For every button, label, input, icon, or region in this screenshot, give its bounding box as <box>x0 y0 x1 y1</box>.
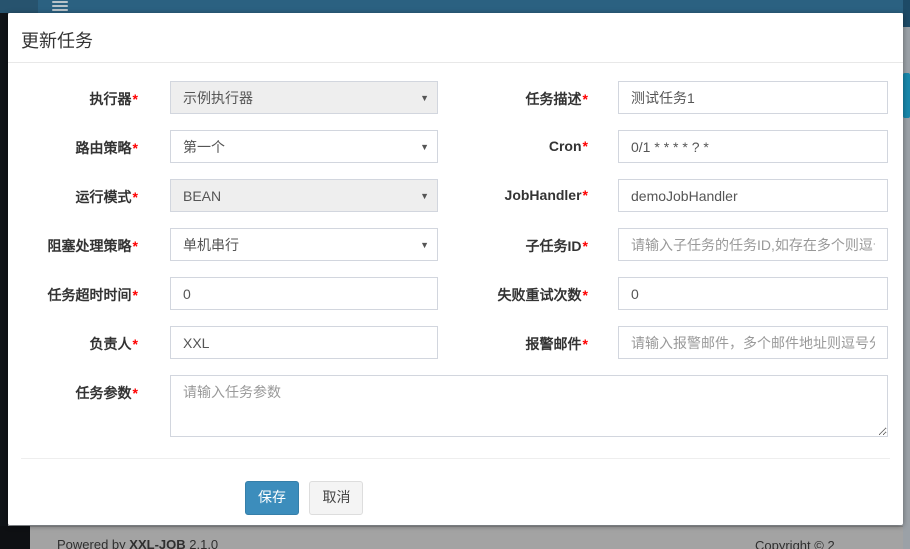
modal-title: 更新任务 <box>21 31 93 51</box>
page-footer: Powered by XXL-JOB 2.1.0 Copyright © 2 <box>30 526 903 549</box>
author-label: 负责人* <box>8 326 138 359</box>
sidebar-footer-corner <box>0 526 30 549</box>
required-asterisk: * <box>133 91 138 107</box>
scrollbar-thumb[interactable] <box>903 73 910 118</box>
chevron-down-icon: ▼ <box>420 191 429 201</box>
form-row: 路由策略* 第一个 ▼ Cron* <box>8 130 903 163</box>
executor-label: 执行器* <box>8 81 138 114</box>
author-input[interactable] <box>170 326 438 359</box>
route-strategy-select[interactable]: 第一个 ▼ <box>170 130 438 163</box>
chevron-down-icon: ▼ <box>420 93 429 103</box>
required-asterisk: * <box>133 287 138 303</box>
navbar-logo-area <box>0 0 38 13</box>
chevron-down-icon: ▼ <box>420 142 429 152</box>
job-desc-input[interactable] <box>618 81 888 114</box>
job-desc-label: 任务描述* <box>438 81 588 114</box>
route-strategy-label: 路由策略* <box>8 130 138 163</box>
executor-select[interactable]: 示例执行器 ▼ <box>170 81 438 114</box>
jobhandler-label: JobHandler* <box>438 179 588 212</box>
timeout-input[interactable] <box>170 277 438 310</box>
glue-type-label: 运行模式* <box>8 179 138 212</box>
executor-select-value: 示例执行器 <box>183 88 253 108</box>
update-job-form: 执行器* 示例执行器 ▼ 任务描述* 路由策略* 第一个 ▼ Cron* 运行模… <box>8 63 903 515</box>
timeout-label: 任务超时时间* <box>8 277 138 310</box>
job-param-textarea[interactable] <box>170 375 888 437</box>
child-jobid-input[interactable] <box>618 228 888 261</box>
fail-retry-input[interactable] <box>618 277 888 310</box>
block-strategy-select[interactable]: 单机串行 ▼ <box>170 228 438 261</box>
required-asterisk: * <box>583 138 588 154</box>
form-divider <box>21 458 890 459</box>
block-strategy-label: 阻塞处理策略* <box>8 228 138 261</box>
required-asterisk: * <box>583 238 588 254</box>
form-row: 负责人* 报警邮件* <box>8 326 903 359</box>
form-row: 阻塞处理策略* 单机串行 ▼ 子任务ID* <box>8 228 903 261</box>
form-row: 任务超时时间* 失败重试次数* <box>8 277 903 310</box>
cron-input[interactable] <box>618 130 888 163</box>
vertical-scrollbar[interactable] <box>903 0 910 549</box>
hamburger-icon[interactable] <box>52 1 68 13</box>
form-row: 运行模式* BEAN ▼ JobHandler* <box>8 179 903 212</box>
sidebar-edge <box>0 13 8 549</box>
scrollbar-top-segment <box>903 0 910 27</box>
alarm-email-label: 报警邮件* <box>438 326 588 359</box>
required-asterisk: * <box>133 385 138 401</box>
fail-retry-label: 失败重试次数* <box>438 277 588 310</box>
powered-by-text: Powered by XXL-JOB 2.1.0 <box>57 537 218 549</box>
powered-by-label: Powered by <box>57 537 126 549</box>
job-param-label: 任务参数* <box>8 375 138 437</box>
required-asterisk: * <box>133 238 138 254</box>
glue-type-select-value: BEAN <box>183 188 221 204</box>
cron-label: Cron* <box>438 130 588 163</box>
required-asterisk: * <box>583 336 588 352</box>
required-asterisk: * <box>583 187 588 203</box>
child-jobid-label: 子任务ID* <box>438 228 588 261</box>
product-name: XXL-JOB <box>129 537 185 549</box>
modal-header: 更新任务 <box>8 13 903 63</box>
form-row: 执行器* 示例执行器 ▼ 任务描述* <box>8 81 903 114</box>
required-asterisk: * <box>133 189 138 205</box>
alarm-email-input[interactable] <box>618 326 888 359</box>
update-job-modal: 更新任务 执行器* 示例执行器 ▼ 任务描述* 路由策略* 第一个 ▼ Cron… <box>8 13 903 525</box>
jobhandler-input[interactable] <box>618 179 888 212</box>
required-asterisk: * <box>133 336 138 352</box>
form-row: 任务参数* <box>8 375 903 437</box>
block-strategy-select-value: 单机串行 <box>183 235 239 255</box>
chevron-down-icon: ▼ <box>420 240 429 250</box>
required-asterisk: * <box>133 140 138 156</box>
product-version: 2.1.0 <box>189 537 218 549</box>
required-asterisk: * <box>583 91 588 107</box>
cancel-button[interactable]: 取消 <box>309 481 363 515</box>
required-asterisk: * <box>583 287 588 303</box>
glue-type-select[interactable]: BEAN ▼ <box>170 179 438 212</box>
top-navbar <box>0 0 910 13</box>
route-strategy-select-value: 第一个 <box>183 137 225 157</box>
modal-actions: 保存 取消 <box>245 481 903 515</box>
save-button[interactable]: 保存 <box>245 481 299 515</box>
copyright-text: Copyright © 2 <box>755 538 835 549</box>
